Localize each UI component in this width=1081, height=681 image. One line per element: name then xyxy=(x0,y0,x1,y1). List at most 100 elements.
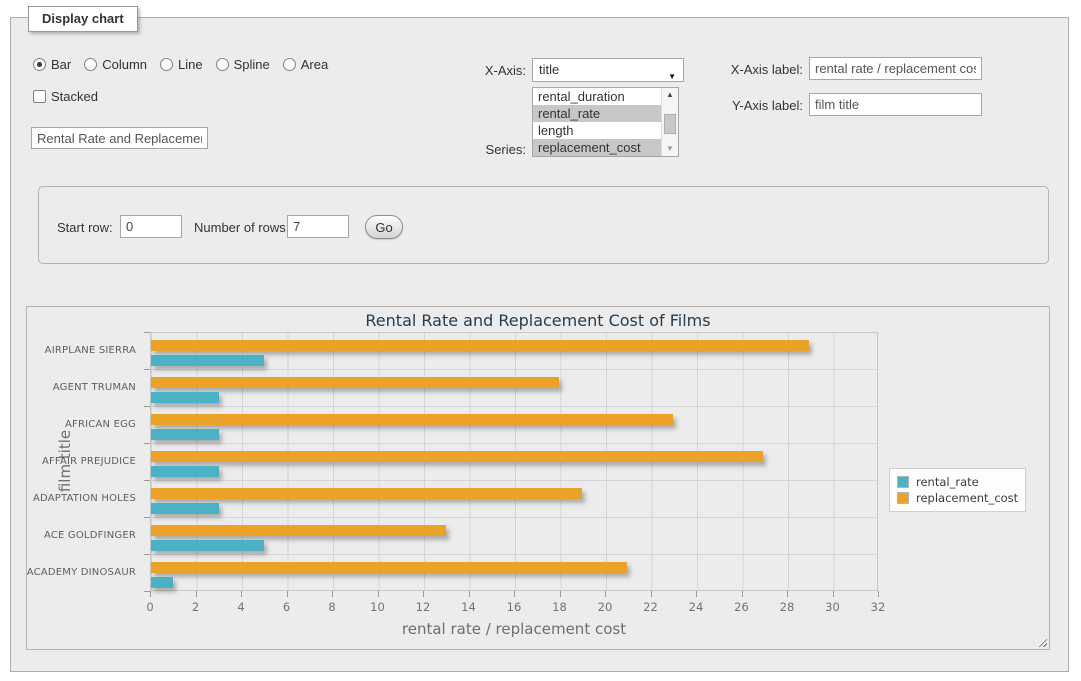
category-band xyxy=(151,518,877,555)
x-axis-tick-label: 22 xyxy=(643,600,658,614)
scrollbar-thumb[interactable] xyxy=(664,114,676,134)
chevron-down-icon: ▼ xyxy=(668,66,676,88)
chart-type-radio-group: Bar Column Line Spline Area xyxy=(33,57,341,72)
chart-type-option-line[interactable]: Line xyxy=(160,57,203,72)
x-axis-tick xyxy=(196,591,197,597)
bar-rental_rate xyxy=(151,355,264,366)
x-axis-tick-label: 6 xyxy=(283,600,290,614)
bar-rental_rate xyxy=(151,577,173,588)
bar-rental_rate xyxy=(151,466,219,477)
x-axis-tick-label: 30 xyxy=(825,600,840,614)
radio-column[interactable] xyxy=(84,58,97,71)
bar-rental_rate xyxy=(151,392,219,403)
category-band xyxy=(151,481,877,518)
category-band xyxy=(151,444,877,481)
chart-title-input[interactable] xyxy=(31,127,208,149)
x-axis-tick xyxy=(560,591,561,597)
legend-swatch xyxy=(897,476,909,488)
radio-label: Column xyxy=(102,57,147,72)
category-band xyxy=(151,407,877,444)
category-label: AGENT TRUMAN xyxy=(27,369,143,406)
bar-replacement_cost xyxy=(151,451,763,462)
bar-rental_rate xyxy=(151,429,219,440)
y-axis-tick xyxy=(144,480,150,481)
x-axis-tick xyxy=(696,591,697,597)
legend-entry-replacement_cost: replacement_cost xyxy=(897,491,1018,505)
x-axis-select[interactable]: title ▼ xyxy=(532,58,684,82)
x-axis-tick xyxy=(787,591,788,597)
series-label: Series: xyxy=(426,142,526,157)
scrollbar-down-icon[interactable]: ▼ xyxy=(662,142,678,156)
bar-replacement_cost xyxy=(151,340,809,351)
go-button[interactable]: Go xyxy=(365,215,403,239)
y-axis-tick xyxy=(144,554,150,555)
bar-replacement_cost xyxy=(151,562,627,573)
x-axis-tick-label: 14 xyxy=(461,600,476,614)
category-label: ADAPTATION HOLES xyxy=(27,480,143,517)
series-listbox-scrollbar[interactable]: ▲ ▼ xyxy=(661,88,678,156)
x-axis-label-label: X-Axis label: xyxy=(703,62,803,77)
x-axis-tick xyxy=(605,591,606,597)
x-axis-tick xyxy=(423,591,424,597)
x-axis-tick xyxy=(742,591,743,597)
y-axis-tick xyxy=(144,332,150,333)
resize-grip-icon[interactable] xyxy=(1036,636,1047,647)
radio-label: Area xyxy=(301,57,328,72)
x-axis-tick-label: 24 xyxy=(689,600,704,614)
category-label: ACADEMY DINOSAUR xyxy=(27,554,143,591)
bar-replacement_cost xyxy=(151,377,559,388)
radio-label: Line xyxy=(178,57,203,72)
legend-entry-rental_rate: rental_rate xyxy=(897,475,1018,489)
y-axis-tick xyxy=(144,443,150,444)
x-axis-select-label: X-Axis: xyxy=(426,63,526,78)
bar-replacement_cost xyxy=(151,414,673,425)
x-axis-tick xyxy=(378,591,379,597)
radio-line[interactable] xyxy=(160,58,173,71)
stacked-checkbox-option[interactable]: Stacked xyxy=(33,89,98,104)
chart-type-option-spline[interactable]: Spline xyxy=(216,57,270,72)
series-option-rental_duration[interactable]: rental_duration xyxy=(533,88,661,105)
x-axis-tick xyxy=(150,591,151,597)
start-row-input[interactable] xyxy=(120,215,182,238)
x-axis-tick xyxy=(833,591,834,597)
bar-rental_rate xyxy=(151,540,264,551)
x-axis-tick-label: 32 xyxy=(871,600,886,614)
series-option-replacement_cost[interactable]: replacement_cost xyxy=(533,139,661,156)
x-axis-tick xyxy=(241,591,242,597)
radio-label: Bar xyxy=(51,57,71,72)
x-axis-tick xyxy=(287,591,288,597)
fieldset-legend: Display chart xyxy=(28,6,138,32)
category-label: AIRPLANE SIERRA xyxy=(27,332,143,369)
y-axis-label-input[interactable] xyxy=(809,93,982,116)
chart-type-option-column[interactable]: Column xyxy=(84,57,147,72)
stacked-label: Stacked xyxy=(51,89,98,104)
radio-label: Spline xyxy=(234,57,270,72)
chart-container: Rental Rate and Replacement Cost of Film… xyxy=(26,306,1050,650)
x-axis-tick-label: 0 xyxy=(146,600,153,614)
y-axis-tick xyxy=(144,369,150,370)
scrollbar-up-icon[interactable]: ▲ xyxy=(662,88,678,102)
category-band xyxy=(151,370,877,407)
x-axis-tick xyxy=(878,591,879,597)
series-listbox[interactable]: rental_durationrental_ratelengthreplacem… xyxy=(532,87,679,157)
category-band xyxy=(151,555,877,592)
y-axis-tick xyxy=(144,517,150,518)
series-option-rental_rate[interactable]: rental_rate xyxy=(533,105,661,122)
x-axis-tick-label: 10 xyxy=(370,600,385,614)
x-axis-tick xyxy=(469,591,470,597)
radio-spline[interactable] xyxy=(216,58,229,71)
radio-bar[interactable] xyxy=(33,58,46,71)
chart-type-option-bar[interactable]: Bar xyxy=(33,57,71,72)
x-axis-tick xyxy=(514,591,515,597)
num-rows-input[interactable] xyxy=(287,215,349,238)
stacked-checkbox[interactable] xyxy=(33,90,46,103)
x-axis-tick-label: 26 xyxy=(734,600,749,614)
series-option-length[interactable]: length xyxy=(533,122,661,139)
x-axis-label-input[interactable] xyxy=(809,57,982,80)
bar-replacement_cost xyxy=(151,488,582,499)
display-chart-fieldset: Display chart BarColumnLineSplineArea St… xyxy=(10,17,1069,672)
radio-area[interactable] xyxy=(283,58,296,71)
x-axis-tick-label: 28 xyxy=(780,600,795,614)
chart-type-option-area[interactable]: Area xyxy=(283,57,328,72)
chart-title: Rental Rate and Replacement Cost of Film… xyxy=(27,311,1049,330)
